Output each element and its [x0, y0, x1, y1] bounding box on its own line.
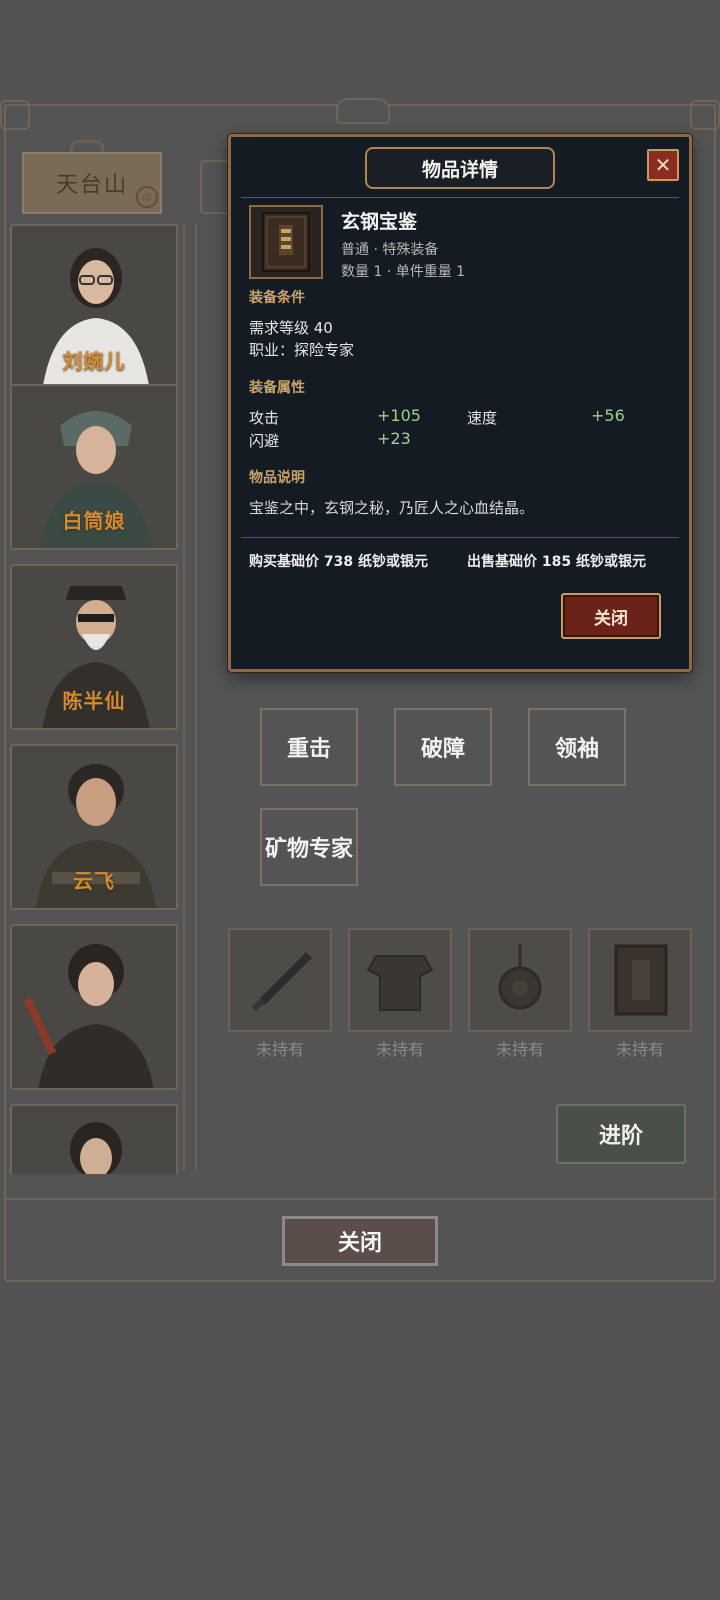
frame-top-ornament: [336, 98, 390, 124]
character-card[interactable]: 白筒娘: [10, 384, 178, 550]
stat-value: +23: [377, 429, 411, 448]
skill-label: 破障: [420, 737, 465, 762]
stat-name: 闪避: [249, 432, 280, 450]
book-icon: [614, 944, 668, 1016]
book-icon: [262, 212, 310, 272]
slot-status: 未持有: [375, 1040, 424, 1059]
item-type: 普通 · 特殊装备: [341, 242, 439, 258]
skill-label: 领袖: [554, 737, 599, 762]
character-card[interactable]: [10, 1104, 178, 1174]
modal-title-text: 物品详情: [421, 158, 498, 181]
character-card[interactable]: 陈半仙: [10, 564, 178, 730]
amulet-icon: [498, 944, 542, 1010]
divider: [241, 197, 679, 198]
item-name: 玄钢宝鉴: [341, 211, 418, 233]
character-card[interactable]: 刘婉儿: [10, 224, 178, 390]
equip-slot[interactable]: [348, 928, 452, 1032]
frame-corner-ornament: [0, 100, 30, 130]
dagger-icon: [251, 952, 312, 1012]
character-card[interactable]: 云飞: [10, 744, 178, 910]
close-x-glyph: ✕: [654, 153, 672, 177]
item-description: 宝鉴之中，玄钢之秘，乃匠人之心血结晶。: [249, 499, 535, 517]
skill-label: 矿物专家: [264, 837, 353, 862]
slot-status: 未持有: [255, 1040, 304, 1059]
stat-value: +105: [377, 406, 421, 425]
advance-button[interactable]: 进阶: [556, 1104, 686, 1164]
skill-button[interactable]: 破障: [394, 708, 492, 786]
frame-corner-ornament: [690, 100, 720, 130]
modal-title: 物品详情: [365, 147, 555, 189]
modal-close-button[interactable]: 关闭: [561, 593, 661, 639]
location-tag-label: 天台山: [55, 173, 128, 198]
skill-button[interactable]: 领袖: [528, 708, 626, 786]
character-name: 白筒娘: [62, 509, 126, 533]
character-name: 陈半仙: [62, 689, 126, 713]
skill-button[interactable]: 重击: [260, 708, 358, 786]
required-class: 职业：探险专家: [249, 341, 355, 359]
slot-status: 未持有: [615, 1040, 664, 1059]
requirements-header: 装备条件: [249, 290, 305, 306]
equip-slot[interactable]: [468, 928, 572, 1032]
stat-name: 速度: [467, 409, 498, 427]
slot-status: 未持有: [495, 1040, 544, 1059]
armor-icon: [366, 955, 434, 1011]
character-name: 云飞: [73, 869, 115, 893]
stat-name: 攻击: [249, 409, 280, 427]
skill-label: 重击: [286, 737, 331, 762]
buy-price: 购买基础价 738 纸钞或银元: [249, 554, 428, 570]
character-portrait: [12, 1106, 176, 1174]
column-divider: [183, 224, 197, 1170]
item-icon: [249, 205, 323, 279]
character-portrait: [12, 926, 176, 1088]
close-icon[interactable]: ✕: [647, 149, 679, 181]
equip-slot[interactable]: [228, 928, 332, 1032]
equip-slot[interactable]: [588, 928, 692, 1032]
item-quantity: 数量 1 · 单件重量 1: [341, 264, 466, 280]
character-list[interactable]: 刘婉儿 白筒娘 陈半仙 云飞: [8, 224, 180, 1174]
required-level: 需求等级 40: [249, 319, 333, 337]
seal-stamp-text: 印: [142, 193, 152, 204]
seal-stamp-icon: 印: [136, 186, 158, 208]
character-name: 刘婉儿: [62, 349, 126, 373]
character-card[interactable]: [10, 924, 178, 1090]
advance-label: 进阶: [598, 1124, 643, 1149]
attributes-header: 装备属性: [249, 380, 305, 396]
close-button[interactable]: 关闭: [282, 1216, 438, 1266]
modal-close-label: 关闭: [594, 608, 628, 629]
stat-value: +56: [591, 406, 625, 425]
close-label: 关闭: [337, 1231, 382, 1256]
skill-button[interactable]: 矿物专家: [260, 808, 358, 886]
divider: [241, 537, 679, 538]
sell-price: 出售基础价 185 纸钞或银元: [467, 554, 646, 570]
item-detail-modal: 物品详情 ✕ 玄钢宝鉴 普通 · 特殊装备 数量 1 · 单件重量 1 装备条件…: [228, 134, 692, 672]
description-header: 物品说明: [249, 470, 305, 486]
